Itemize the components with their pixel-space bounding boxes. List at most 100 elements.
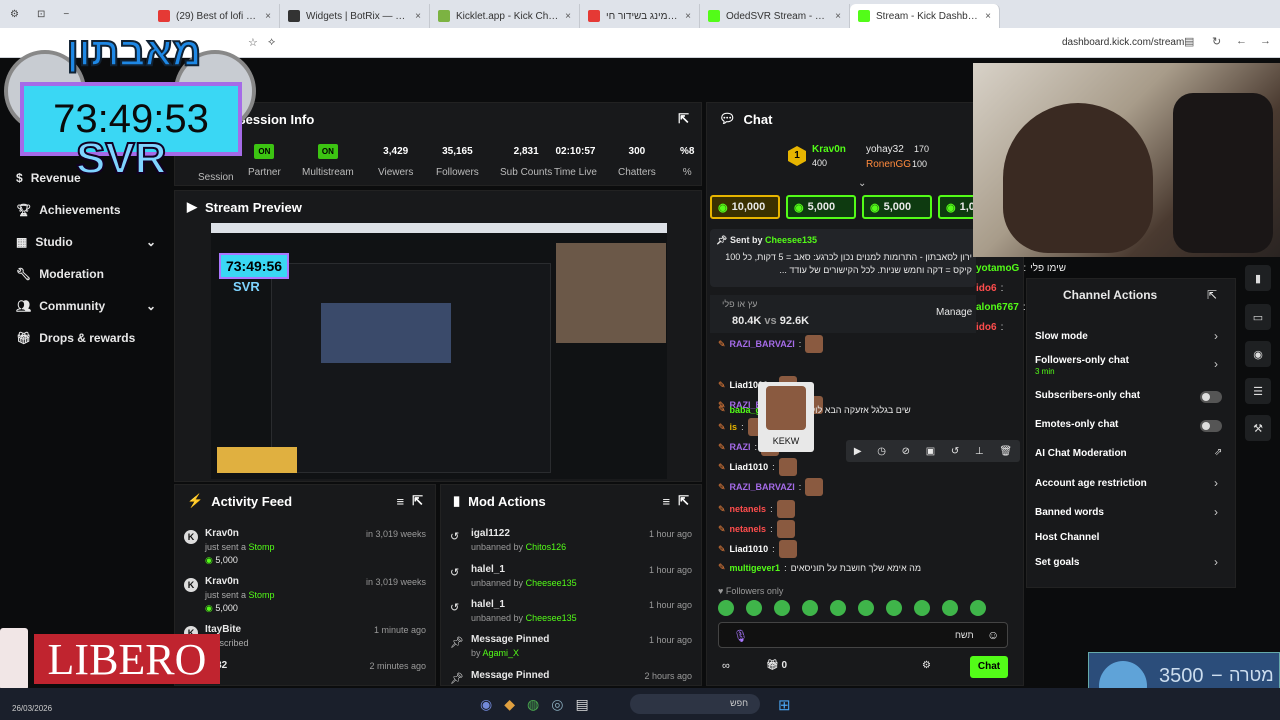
chat-message[interactable]: ✎baba_ga:שים בגלגל אזעקה הבא לוקח את הל xyxy=(718,404,911,415)
top-gift[interactable]: ◉ 5,000 xyxy=(786,195,856,219)
channel-action-item[interactable]: AI Chat Moderation xyxy=(1035,448,1127,459)
chat-message[interactable]: ✎Liad1010: xyxy=(718,540,797,558)
leader-name[interactable]: Krav0n xyxy=(812,144,846,155)
chevron-right-icon[interactable]: › xyxy=(1214,329,1218,343)
channel-action-item[interactable]: Host Channel xyxy=(1035,532,1099,543)
url-text[interactable]: dashboard.kick.com/stream xyxy=(1062,37,1184,48)
chevron-right-icon[interactable]: › xyxy=(1214,555,1218,569)
popout-icon[interactable]: ⇱ xyxy=(678,111,689,127)
close-icon[interactable]: × xyxy=(415,11,421,22)
mod-target[interactable]: halel_1 xyxy=(471,564,505,575)
discord-icon[interactable]: ◉ xyxy=(480,696,492,713)
top-gift[interactable]: ◉ 5,000 xyxy=(862,195,932,219)
chat-username[interactable]: Liad1010 xyxy=(730,462,769,472)
reader-icon[interactable]: ▤ xyxy=(1184,35,1194,48)
mod-target[interactable]: Message Pinned xyxy=(471,634,549,645)
reload-icon[interactable]: ↻ xyxy=(1212,35,1221,48)
emote[interactable] xyxy=(718,600,734,616)
emote[interactable] xyxy=(886,600,902,616)
mod-target[interactable]: igal1122 xyxy=(471,528,510,539)
wrench-rail-icon[interactable]: ⚒ xyxy=(1245,415,1271,441)
emote[interactable] xyxy=(802,600,818,616)
emote[interactable] xyxy=(774,600,790,616)
emote[interactable] xyxy=(830,600,846,616)
close-icon[interactable]: × xyxy=(265,11,271,22)
manage-button[interactable]: Manage xyxy=(936,307,972,318)
activity-user[interactable]: Krav0n xyxy=(205,528,239,539)
leader-name[interactable]: RonenGG xyxy=(866,159,911,170)
pin-icon[interactable]: ⊥ xyxy=(975,446,984,457)
on-badge[interactable]: ON xyxy=(254,144,275,159)
channel-action-item[interactable]: Followers-only chat xyxy=(1035,355,1129,366)
mic-icon[interactable]: 🎙︎ xyxy=(733,629,748,643)
list-rail-icon[interactable]: ☰ xyxy=(1245,378,1271,404)
leader-name[interactable]: yohay32 xyxy=(866,144,904,155)
browser-tab[interactable]: Stream - Kick Dashboard × xyxy=(850,4,1000,28)
tab-search-icon[interactable]: ⊡ xyxy=(37,9,45,20)
back-icon[interactable]: ← xyxy=(1236,35,1247,47)
emote[interactable] xyxy=(970,600,986,616)
sidebar-item-studio[interactable]: ▦ Studio ⌄ xyxy=(16,235,156,249)
mod-by[interactable]: Chitos126 xyxy=(526,542,567,552)
broadcast-rail-icon[interactable]: ◉ xyxy=(1245,341,1271,367)
chat-message[interactable]: ✎ netanels: xyxy=(718,520,795,538)
chat-username[interactable]: yotamoG xyxy=(976,263,1019,274)
external-link-icon[interactable]: ⇗ xyxy=(1214,447,1222,458)
chat-username[interactable]: is xyxy=(730,422,738,432)
steam-icon[interactable]: ◎ xyxy=(551,696,563,713)
windows-start-icon[interactable]: ⊞ xyxy=(778,696,791,714)
ban-icon[interactable]: ⊘ xyxy=(902,446,910,457)
sidebar-item-community[interactable]: 👥︎ Community ⌄ xyxy=(16,299,156,313)
browser-tab[interactable]: OdedSVR Stream - Watch Live...× xyxy=(700,4,850,28)
chat-username[interactable]: RAZI_BARVAZI xyxy=(730,482,795,492)
close-icon[interactable]: × xyxy=(835,11,841,22)
chat-username[interactable]: Liad1010 xyxy=(730,544,769,554)
filter-icon[interactable]: ≡ xyxy=(663,494,671,509)
chat-message[interactable]: ✎ netanels: xyxy=(718,500,795,518)
chat-username[interactable]: netanels xyxy=(730,504,767,514)
chat-username[interactable]: RAZI xyxy=(730,442,751,452)
chat-username[interactable]: RAZI_BARVAZI xyxy=(730,339,795,349)
message-rail-icon[interactable]: ▭ xyxy=(1245,304,1271,330)
minimize-icon[interactable]: − xyxy=(63,9,69,20)
close-icon[interactable]: × xyxy=(565,11,571,22)
chat-message[interactable]: ✎ multigever1: מה אימא שלך חושבת על תוניסא… xyxy=(718,562,921,573)
chat-message[interactable]: ✎RAZI_BARVAZI: xyxy=(718,478,824,496)
explorer-icon[interactable]: ▤ xyxy=(575,696,588,713)
popout-icon[interactable]: ⇱ xyxy=(678,493,689,509)
toggle-switch[interactable] xyxy=(1200,420,1222,432)
chat-username[interactable]: multigever1 xyxy=(730,563,781,573)
chevron-right-icon[interactable]: › xyxy=(1214,357,1218,371)
chat-username[interactable]: netanels xyxy=(730,524,767,534)
popout-icon[interactable]: ⇱ xyxy=(1207,288,1217,302)
chat-send-button[interactable]: Chat xyxy=(970,656,1008,678)
chat-input[interactable]: 🎙︎ תשח ☺ xyxy=(718,622,1008,648)
mod-by[interactable]: Cheesee135 xyxy=(526,578,577,588)
mod-target[interactable]: halel_1 xyxy=(471,599,505,610)
chat-message[interactable]: ✎Liad1010: xyxy=(718,458,797,476)
sidebar-item-achievements[interactable]: 🏆︎ Achievements xyxy=(16,203,121,217)
close-icon[interactable]: × xyxy=(985,11,991,22)
chat-username[interactable]: alon6767 xyxy=(976,302,1019,313)
play-icon[interactable]: ▶ xyxy=(854,446,862,457)
toggle-switch[interactable] xyxy=(1200,391,1222,403)
filter-icon[interactable]: ≡ xyxy=(397,494,405,509)
chevron-right-icon[interactable]: › xyxy=(1214,476,1218,490)
channel-action-item[interactable]: Account age restriction xyxy=(1035,478,1147,489)
trash-icon[interactable]: 🗑︎ xyxy=(999,446,1012,457)
side-chat-message[interactable]: alon6767: xyxy=(976,302,1026,313)
menu-icon[interactable]: ⚙ xyxy=(10,9,19,20)
undo-icon[interactable]: ↺ xyxy=(951,446,959,457)
app-icon[interactable]: ◆ xyxy=(504,696,515,713)
emote[interactable] xyxy=(942,600,958,616)
sidebar-item-drops[interactable]: 🎁︎ Drops & rewards xyxy=(16,331,135,345)
chat-username[interactable]: ido6 xyxy=(976,283,997,294)
extension-icon[interactable]: ⟡ xyxy=(268,36,275,49)
emote[interactable] xyxy=(858,600,874,616)
chat-rail-icon[interactable]: ▮ xyxy=(1245,265,1271,291)
chrome-icon[interactable]: ◍ xyxy=(527,696,539,713)
browser-tab[interactable]: Kicklet.app - Kick Chatbot and...× xyxy=(430,4,580,28)
emote[interactable] xyxy=(746,600,762,616)
mod-by[interactable]: Cheesee135 xyxy=(526,613,577,623)
mod-by[interactable]: Agami_X xyxy=(483,648,520,658)
